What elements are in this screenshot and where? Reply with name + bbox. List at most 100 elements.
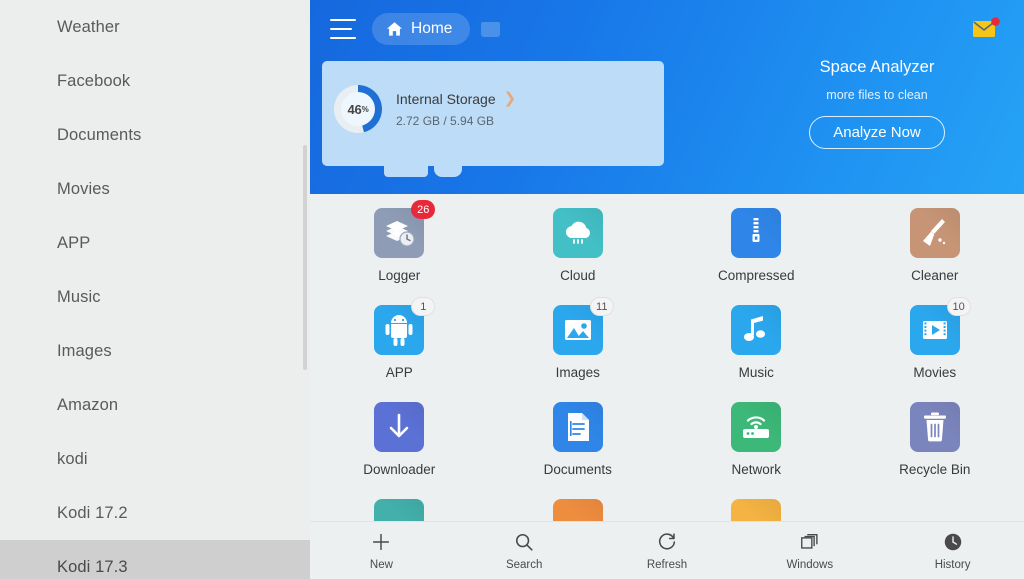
app-tile-label: Cloud [560,268,596,283]
sidebar-item-label: Movies [57,179,110,198]
sidebar-item-label: Weather [57,17,120,36]
amber-app-icon [731,499,782,521]
app-tile[interactable]: Network [667,402,846,499]
space-analyzer-title: Space Analyzer [819,58,935,76]
refresh-icon [656,531,678,553]
app-tile[interactable] [489,499,668,521]
storage-title: Internal Storage [396,90,496,107]
cloud-icon [552,208,603,258]
hamburger-menu-icon[interactable] [330,19,356,39]
bottombar-item[interactable]: Refresh [596,522,739,579]
app-tile[interactable]: 1 APP [310,297,489,402]
bottombar-item-label: Windows [786,558,834,571]
music-note-icon [731,305,782,355]
app-tile[interactable]: 11 Images [489,297,668,402]
app-tile-graphic: 1 [374,297,436,355]
app-tile[interactable] [310,499,489,521]
app-tile[interactable]: Documents [489,402,668,499]
app-tile-graphic: 11 [552,297,614,355]
sidebar-item[interactable]: Amazon [0,378,310,432]
app-screen: Weather Facebook Documents Movies APP Music Im… [0,0,1024,579]
sidebar-item[interactable]: Movies [0,162,310,216]
trash-bin-icon [909,402,960,452]
sidebar-item[interactable]: Music [0,270,310,324]
magnifier-icon [513,531,535,553]
app-tile[interactable]: Compressed [667,208,846,305]
envelope-icon[interactable] [972,17,1002,41]
app-tile-label: Compressed [717,268,795,283]
sidebar-scrollbar[interactable] [303,145,307,370]
storage-percent: 46% [347,101,369,117]
app-tile-badge: 26 [411,200,436,219]
app-grid-row: 1 APP 11 Images Music 10 Movies [310,297,1024,402]
app-tile[interactable]: Cleaner [846,208,1024,305]
home-tab[interactable]: Home [372,13,471,45]
app-tile-graphic [552,208,603,258]
bottombar-item[interactable]: New [310,522,453,579]
app-tile[interactable]: 10 Movies [846,297,1024,402]
bottom-toolbar: New Search Refresh Windows History [310,521,1024,579]
sidebar-item-label: Documents [57,125,142,144]
download-arrow-icon [374,402,425,452]
card-notch-left [384,166,428,177]
app-tile-label: Cleaner [911,268,959,283]
windows-stack-icon [799,531,821,553]
space-analyzer-subtitle: more files to clean [826,88,928,102]
main-panel: Home 46% Internal Storage ❯ 2.72 GB / 5.… [310,0,1024,579]
app-tile-label: APP [385,365,413,380]
app-tile[interactable]: 26 Logger [310,200,489,305]
app-tile[interactable]: Music [667,305,846,402]
chevron-right-icon[interactable]: ❯ [504,91,517,106]
app-tile[interactable]: Recycle Bin [846,402,1024,499]
app-grid-row: 26 Logger Cloud Compressed Cleaner [310,200,1024,305]
bottombar-item[interactable]: Search [453,522,596,579]
sidebar-item[interactable]: Weather [0,0,310,54]
app-tile-label: Music [738,365,774,380]
sidebar-item[interactable]: Facebook [0,54,310,108]
clock-icon [942,531,964,553]
sidebar-item-label: Music [57,287,101,306]
app-tile-label: Images [555,365,600,380]
app-tile-label: Movies [913,365,957,380]
sidebar-item-label: APP [57,233,91,252]
sidebar-item[interactable]: Kodi 17.2 [0,486,310,540]
bottombar-item[interactable]: Windows [738,522,881,579]
app-tile[interactable]: Downloader [310,402,489,499]
zip-archive-icon [731,208,782,258]
sidebar-item[interactable]: Documents [0,108,310,162]
storage-usage: 2.72 GB / 5.94 GB [396,113,495,128]
app-tile-badge: 11 [589,297,614,316]
sidebar-item[interactable]: kodi [0,432,310,486]
app-tile[interactable]: Cloud [489,208,668,305]
app-tile-label: Logger [378,268,421,283]
app-grid-row: Downloader Documents Network Recycle Bin [310,402,1024,499]
bottombar-item-label: Search [505,558,543,571]
storage-ring-center: 46% [341,92,375,126]
sidebar-item[interactable]: APP [0,216,310,270]
storage-text-block: Internal Storage ❯ 2.72 GB / 5.94 GB [396,91,516,128]
home-tab-label: Home [411,20,453,37]
card-notch-right [434,166,462,177]
document-icon [552,402,603,452]
home-icon [386,21,403,37]
analyze-now-button[interactable]: Analyze Now [809,116,945,149]
app-tile-graphic [374,402,425,452]
internal-storage-card[interactable]: 46% Internal Storage ❯ 2.72 GB / 5.94 GB [322,61,664,177]
tab-placeholder-icon[interactable] [481,21,501,37]
sidebar: Weather Facebook Documents Movies APP Music Im… [0,0,310,579]
router-wifi-icon [731,402,782,452]
header: Home 46% Internal Storage ❯ 2.72 GB / 5.… [310,0,1024,194]
sidebar-item[interactable]: Images [0,324,310,378]
broom-icon [909,208,960,258]
bottombar-item[interactable]: History [881,522,1024,579]
app-tile-graphic [731,499,782,521]
app-tile-badge: 10 [946,297,971,316]
sidebar-item-label: Kodi 17.2 [57,503,128,522]
sidebar-list: Weather Facebook Documents Movies APP Music Im… [0,0,310,579]
app-tile-graphic [909,208,960,258]
app-tile-graphic [731,402,782,452]
sidebar-item[interactable]: Kodi 17.3 [0,540,310,579]
app-tile-graphic [374,499,425,521]
app-grid-empty-cell [846,499,1024,521]
app-tile[interactable] [667,499,846,521]
